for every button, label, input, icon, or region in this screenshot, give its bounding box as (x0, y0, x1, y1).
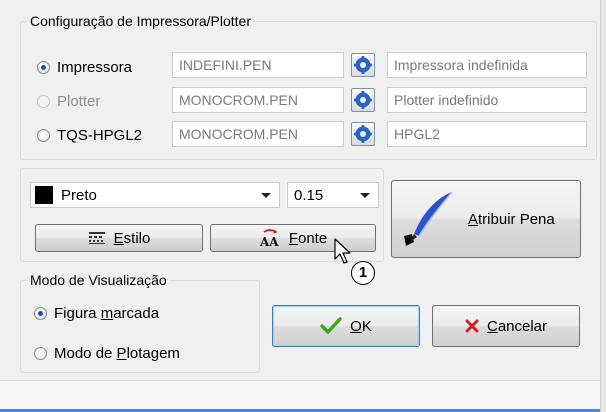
font-icon: AA (259, 229, 281, 247)
pen-file-field-tqs-hpgl2[interactable]: MONOCROM.PEN (172, 121, 344, 147)
font-button-label: Fonte (288, 229, 328, 247)
configure-plotter-button[interactable] (351, 88, 375, 112)
assign-pen-accelerator: A (468, 210, 479, 228)
radio-figura-marcada[interactable]: Figura marcada (34, 302, 159, 324)
close-icon (465, 319, 479, 333)
style-button-label: Estilo (113, 229, 151, 247)
checkmark-icon (320, 317, 342, 335)
view-mode-legend: Modo de Visualização (30, 272, 167, 288)
device-field-tqs-hpgl2[interactable]: HPGL2 (387, 121, 587, 147)
radio-impressora[interactable]: Impressora (37, 56, 132, 78)
pen-color-value: Preto (61, 186, 97, 204)
radio-plotter-label: Plotter (57, 92, 101, 110)
gear-icon (354, 91, 372, 109)
assign-pen-label: Atribuir Pena (468, 210, 555, 228)
window-edge (600, 0, 606, 412)
radio-figura-marcada-circle[interactable] (34, 306, 47, 320)
radio-plotter[interactable]: Plotter (37, 90, 100, 112)
pen-thickness-combo[interactable]: 0.15 (287, 182, 379, 208)
radio-modo-plotagem[interactable]: Modo de Plotagem (34, 342, 180, 364)
mouse-pointer-icon (334, 238, 351, 264)
pen-color-combo[interactable]: Preto (30, 182, 280, 208)
radio-figura-marcada-label: Figura marcada (54, 304, 160, 322)
gear-icon (354, 125, 372, 143)
radio-modo-plotagem-label: Modo de Plotagem (54, 344, 180, 362)
radio-modo-plotagem-circle[interactable] (34, 346, 47, 360)
device-field-impressora[interactable]: Impressora indefinida (387, 52, 587, 78)
pen-config-dialog: Configuração de Impressora/Plotter Impre… (0, 0, 606, 412)
font-button-accelerator: F (288, 229, 298, 247)
pen-color-swatch (35, 186, 53, 204)
pen-thickness-value: 0.15 (294, 186, 324, 204)
style-button[interactable]: Estilo (35, 224, 203, 252)
chevron-down-icon[interactable] (261, 193, 271, 198)
pen-file-field-impressora[interactable]: INDEFINI.PEN (172, 52, 344, 78)
radio-tqs-hpgl2[interactable]: TQS-HPGL2 (37, 124, 142, 146)
pen-file-field-plotter[interactable]: MONOCROM.PEN (172, 87, 344, 113)
radio-tqs-hpgl2-circle[interactable] (37, 128, 50, 142)
feather-pen-icon (402, 190, 454, 248)
cancel-label: Cancelar (486, 317, 548, 335)
annotation-callout: 1 (351, 261, 375, 285)
printer-plotter-legend: Configuração de Impressora/Plotter (30, 13, 251, 29)
status-strip (0, 380, 606, 412)
radio-plotter-circle[interactable] (37, 94, 50, 108)
svg-text:AA: AA (259, 235, 279, 247)
radio-impressora-circle[interactable] (37, 60, 50, 74)
assign-pen-button[interactable]: Atribuir Pena (391, 180, 581, 258)
cancel-button[interactable]: Cancelar (432, 305, 580, 347)
ok-label: OK (350, 317, 372, 335)
gear-icon (354, 56, 372, 74)
radio-tqs-hpgl2-label: TQS-HPGL2 (57, 126, 143, 144)
line-style-icon (88, 231, 106, 245)
chevron-down-icon[interactable] (360, 193, 370, 198)
device-field-plotter[interactable]: Plotter indefinido (387, 87, 587, 113)
radio-impressora-label: Impressora (57, 58, 133, 76)
configure-impressora-button[interactable] (351, 53, 375, 77)
style-button-accelerator: E (113, 229, 124, 247)
ok-button[interactable]: OK (272, 305, 420, 347)
configure-tqs-hpgl2-button[interactable] (351, 122, 375, 146)
